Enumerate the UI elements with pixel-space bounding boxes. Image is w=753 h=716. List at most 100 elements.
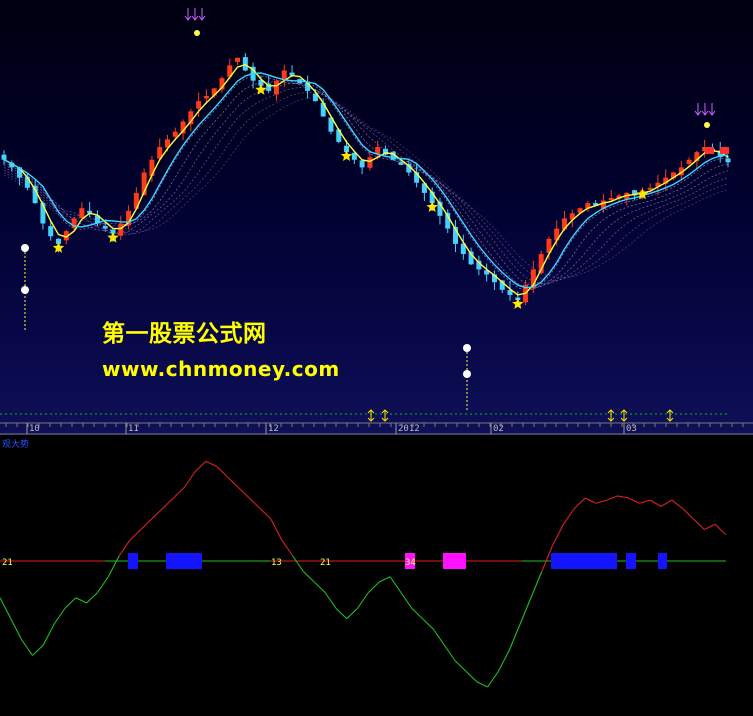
indicator-segment — [379, 576, 391, 583]
indicator-segment — [552, 523, 564, 546]
indicator-segment — [519, 597, 532, 625]
indicator-segment — [238, 487, 250, 499]
axis-tick-label: 10 — [29, 424, 40, 434]
indicator-segment — [606, 495, 618, 501]
star-marker-icon — [255, 83, 267, 95]
candle-body — [281, 70, 287, 80]
axis-tick-label: 12 — [268, 424, 279, 434]
indicator-segment — [303, 571, 315, 583]
count-label: 34 — [405, 558, 416, 568]
indicator-segment — [335, 607, 348, 620]
indicator-segment — [487, 670, 499, 688]
dot-marker-icon — [21, 286, 29, 294]
indicator-segment — [10, 618, 23, 641]
ribbon-line — [3, 97, 729, 278]
candle-body — [172, 131, 178, 137]
signal-block — [551, 553, 617, 569]
indicator-segment — [368, 581, 380, 593]
candle-body — [725, 158, 731, 163]
candle-body — [686, 159, 692, 164]
indicator-segment — [172, 487, 185, 499]
indicator-segment — [64, 597, 77, 609]
indicator-segment — [422, 618, 434, 630]
count-label: 13 — [271, 558, 282, 568]
indicator-segment — [32, 644, 44, 656]
candle-body — [203, 96, 209, 99]
indicator-segment — [454, 660, 467, 672]
indicator-segment — [281, 539, 294, 557]
candle-body — [359, 160, 365, 168]
down-arrow-signal-icon — [184, 8, 192, 21]
ma-line — [3, 63, 729, 296]
indicator-segment — [183, 471, 196, 488]
candle-body — [48, 226, 54, 237]
indicator-segment — [465, 670, 478, 683]
chart-root: 第一股票公式网 www.chnmoney.com 10 11 12 2012 0… — [0, 0, 753, 716]
up-arrow-signal-icon — [666, 409, 674, 422]
candle-body — [242, 57, 248, 71]
indicator-segment — [313, 581, 326, 593]
indicator-segment — [671, 499, 683, 509]
up-arrow-signal-icon — [367, 409, 375, 422]
candle-body — [398, 162, 404, 165]
ma-ribbon — [3, 75, 729, 291]
candle-body — [367, 157, 373, 168]
moving-average-lines — [3, 63, 729, 296]
signal-markers — [21, 8, 729, 410]
indicator-segment — [639, 499, 651, 504]
indicator-segment — [432, 628, 445, 646]
indicator-segment — [162, 497, 174, 509]
count-label: 21 — [2, 558, 13, 568]
indicator-title: 观大势 — [2, 440, 30, 450]
candlestick-series — [1, 53, 731, 306]
signal-block — [658, 553, 667, 569]
indicator-segment — [693, 518, 705, 530]
indicator-segment — [476, 681, 488, 688]
ma-line — [3, 72, 729, 289]
candle-body — [608, 198, 614, 201]
indicator-segment — [584, 497, 597, 504]
candle-body — [79, 208, 85, 219]
dot-marker-icon — [463, 370, 471, 378]
indicator-segment — [75, 597, 87, 604]
axis-tick-label: 02 — [493, 424, 504, 434]
indicator-segment — [129, 529, 142, 541]
dot-marker-icon — [704, 122, 710, 128]
indicator-segment — [357, 592, 369, 609]
indicator-series — [0, 460, 727, 688]
signal-block — [626, 553, 636, 569]
candle-body — [375, 147, 381, 154]
indicator-segment — [573, 497, 586, 509]
candle-body — [1, 154, 7, 160]
indicator-segment — [97, 576, 109, 593]
indicator-segment — [324, 592, 337, 609]
up-arrow-signal-icon — [607, 409, 615, 422]
down-arrow-signal-icon — [708, 103, 716, 116]
indicator-segment — [628, 497, 640, 504]
indicator-segment — [508, 623, 521, 651]
indicator-segment — [660, 499, 673, 507]
indicator-segment — [248, 497, 261, 509]
dot-marker-icon — [194, 30, 200, 36]
down-arrow-signal-icon — [198, 8, 206, 21]
indicator-segment — [151, 508, 163, 520]
indicator-segment — [42, 623, 55, 646]
dot-marker-icon — [463, 344, 471, 352]
indicator-segment — [0, 597, 12, 620]
ribbon-line — [3, 79, 729, 289]
signal-square — [720, 147, 729, 154]
indicator-segment — [595, 499, 607, 504]
count-label: 21 — [320, 558, 331, 568]
indicator-segment — [682, 508, 694, 520]
candle-body — [102, 226, 108, 229]
indicator-segment — [704, 523, 716, 530]
signal-square — [705, 147, 714, 154]
indicator-segment — [194, 460, 207, 473]
indicator-segment — [86, 592, 98, 604]
ribbon-line — [3, 87, 729, 285]
candle-body — [235, 57, 241, 62]
down-arrow-signal-icon — [694, 103, 702, 116]
axis-tick-label: 03 — [626, 424, 637, 434]
up-arrow-signal-icon — [381, 409, 389, 422]
indicator-segment — [140, 518, 153, 530]
